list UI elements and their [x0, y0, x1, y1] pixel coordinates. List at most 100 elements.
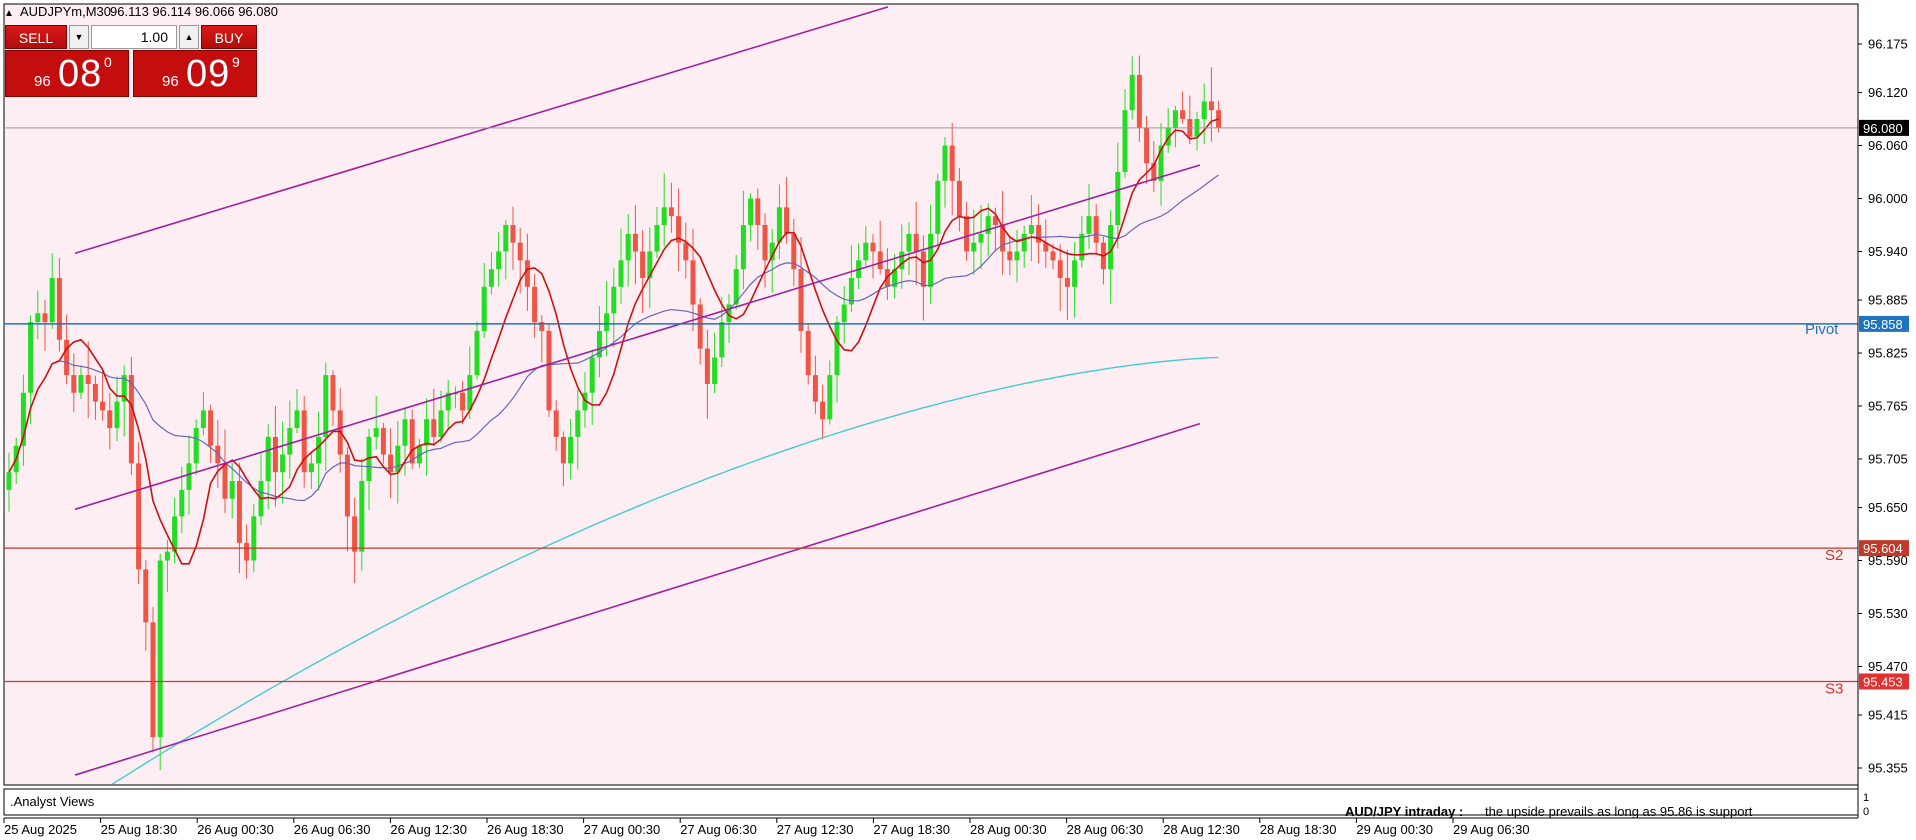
candle-body	[388, 454, 394, 473]
candle-body	[28, 322, 34, 393]
time-axis-label: 28 Aug 18:30	[1260, 822, 1337, 837]
candle-body	[1050, 251, 1056, 261]
indicator-scale-top: 1	[1863, 792, 1869, 804]
indicator-scale-bottom: 0	[1863, 806, 1869, 818]
time-axis-label: 25 Aug 2025	[4, 822, 77, 837]
pivot-label: Pivot	[1805, 321, 1839, 338]
candle-body	[661, 207, 667, 225]
price-axis-label: 95.650	[1868, 500, 1908, 515]
time-axis-label: 27 Aug 00:30	[584, 822, 661, 837]
candle-body	[841, 304, 847, 323]
candle-body	[56, 277, 62, 340]
candle-body	[1201, 101, 1207, 120]
price-axis-label: 95.705	[1868, 451, 1908, 466]
candle-body	[877, 251, 883, 270]
candle-body	[985, 216, 991, 234]
collapse-icon[interactable]: ▲	[4, 8, 14, 19]
price-axis-label: 95.885	[1868, 293, 1908, 308]
candle-body	[409, 419, 415, 464]
candle-body	[236, 481, 242, 543]
indicator-title: .Analyst Views	[10, 794, 95, 809]
lot-increase-button[interactable]: ▲	[179, 25, 199, 49]
lot-decrease-button[interactable]: ▼	[69, 25, 89, 49]
candle-body	[49, 277, 55, 323]
candle-body	[1086, 216, 1092, 234]
candle-body	[496, 251, 502, 270]
candle-body	[222, 463, 228, 499]
candle-body	[546, 330, 552, 411]
candle-body	[1072, 260, 1078, 287]
sell-button[interactable]: SELL	[5, 25, 67, 49]
candle-body	[1129, 74, 1135, 111]
buy-price-pips: 09	[186, 53, 231, 95]
buy-price-button[interactable]: 96 09 9	[133, 50, 257, 97]
buy-button[interactable]: BUY	[201, 25, 257, 49]
candle-body	[740, 225, 746, 270]
candle-body	[179, 489, 185, 517]
candle-body	[964, 216, 970, 252]
candle-body	[517, 242, 523, 261]
trading-chart-window: Pivot S2 S3 96.175 96.120 96.060 96.000 95.940 9…	[0, 0, 1916, 840]
candle-body	[812, 375, 818, 402]
time-axis-label: 25 Aug 18:30	[101, 822, 178, 837]
candle-body	[294, 410, 300, 429]
candle-body	[532, 286, 538, 323]
analyst-comment-title: AUD/JPY intraday :	[1345, 804, 1463, 819]
s3-label: S3	[1825, 680, 1843, 697]
candle-body	[359, 481, 365, 552]
candle-body	[640, 251, 646, 278]
s3-price-value: 95.453	[1863, 674, 1903, 689]
candle-body	[697, 304, 703, 349]
candle-body	[712, 357, 718, 384]
candle-body	[265, 436, 271, 482]
price-axis-label: 95.765	[1868, 399, 1908, 414]
candle-body	[143, 569, 149, 623]
candle-body	[1028, 225, 1034, 234]
candle-body	[798, 269, 804, 331]
candle-body	[1172, 110, 1178, 128]
price-axis-label: 95.825	[1868, 346, 1908, 361]
candle-body	[380, 428, 386, 455]
candle-body	[956, 180, 962, 217]
candle-body	[632, 233, 638, 252]
candle-body	[776, 207, 782, 243]
candle-body	[280, 454, 286, 473]
candle-body	[186, 463, 192, 490]
candle-body	[157, 560, 163, 738]
candle-body	[820, 401, 826, 420]
candle-body	[1057, 260, 1063, 278]
price-axis-label: 96.120	[1868, 85, 1908, 100]
candle-body	[395, 445, 401, 473]
candle-body	[42, 313, 48, 323]
candle-body	[128, 375, 134, 464]
candle-body	[64, 339, 70, 376]
time-axis-label: 26 Aug 18:30	[487, 822, 564, 837]
candle-body	[805, 330, 811, 376]
candle-body	[604, 313, 610, 331]
candle-body	[208, 410, 214, 446]
candle-body	[863, 242, 869, 261]
time-axis-label: 27 Aug 06:30	[680, 822, 757, 837]
candle-body	[402, 419, 408, 446]
candle-body	[488, 269, 494, 287]
candle-body	[92, 383, 98, 402]
candle-body	[229, 481, 235, 499]
candle-body	[834, 322, 840, 376]
candle-body	[668, 207, 674, 217]
candle-body	[352, 516, 358, 552]
price-axis-label: 96.060	[1868, 138, 1908, 153]
candle-body	[870, 242, 876, 252]
candle-body	[575, 410, 581, 437]
candle-body	[251, 516, 257, 561]
candle-body	[971, 242, 977, 252]
candle-body	[431, 419, 437, 437]
lot-size-input[interactable]	[91, 25, 177, 49]
candle-body	[906, 233, 912, 252]
chart-canvas[interactable]: Pivot S2 S3 96.175 96.120 96.060 96.000 95.940 9…	[0, 0, 1916, 840]
price-pane[interactable]	[3, 3, 1859, 786]
sell-price-button[interactable]: 96 08 0	[5, 50, 129, 97]
candle-body	[460, 392, 466, 411]
time-axis-label: 26 Aug 06:30	[294, 822, 371, 837]
triangle-down-icon: ▼	[74, 32, 84, 42]
candle-body	[114, 401, 120, 429]
